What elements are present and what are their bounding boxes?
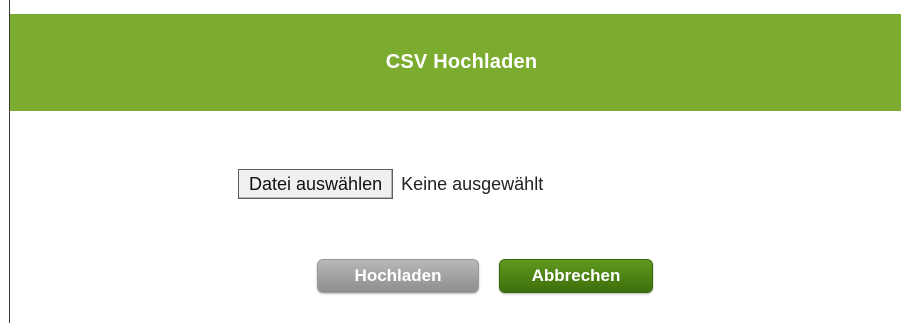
- csv-upload-dialog: CSV Hochladen Datei auswählen Keine ausg…: [9, 0, 901, 323]
- file-input[interactable]: Datei auswählen Keine ausgewählt: [238, 169, 543, 199]
- dialog-header: CSV Hochladen: [10, 14, 901, 111]
- cancel-button[interactable]: Abbrechen: [499, 259, 653, 293]
- file-status-text: Keine ausgewählt: [401, 173, 544, 194]
- dialog-title: CSV Hochladen: [385, 51, 538, 73]
- dialog-actions: Hochladen Abbrechen: [317, 258, 653, 294]
- choose-file-button[interactable]: Datei auswählen: [238, 169, 394, 199]
- upload-button[interactable]: Hochladen: [317, 259, 479, 293]
